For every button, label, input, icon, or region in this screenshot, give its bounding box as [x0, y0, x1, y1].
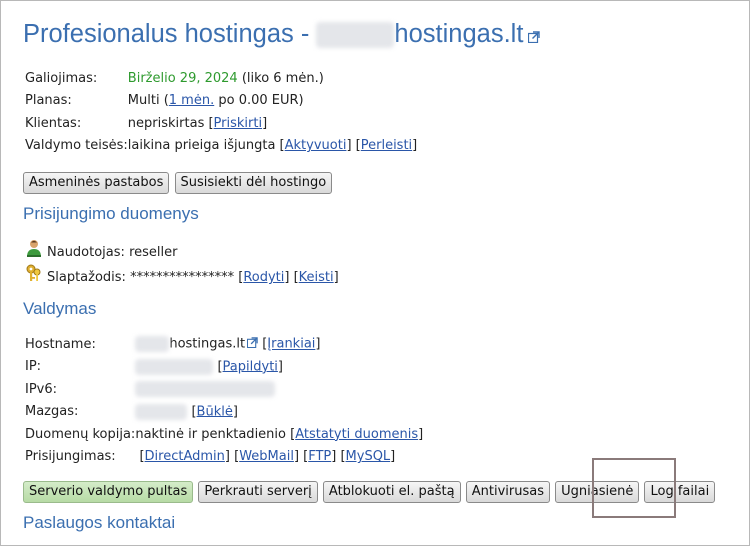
add-ip-link[interactable]: Papildyti — [223, 359, 278, 374]
restart-server-button[interactable]: Perkrauti serverį — [198, 481, 318, 503]
activate-link[interactable]: Aktyvuoti — [285, 138, 347, 153]
hostname-row: Hostname: hostingas.lt [Įrankiai] — [25, 333, 423, 356]
info-row-client: Klientas: nepriskirtas [Priskirti] — [25, 112, 417, 135]
rights-label: Valdymo teisės: — [25, 138, 128, 154]
transfer-link[interactable]: Perleisti — [361, 138, 412, 153]
password-row: Slaptažodis: **************** [Rodyti] [… — [25, 263, 339, 288]
mysql-link[interactable]: MySQL — [346, 449, 391, 464]
redacted-ip — [135, 358, 214, 375]
expiry-label: Galiojimas: — [25, 70, 98, 86]
client-label: Klientas: — [25, 115, 82, 131]
hostname-label: Hostname: — [25, 336, 96, 352]
service-info-table: Galiojimas: Birželio 29, 2024 (liko 6 mė… — [25, 67, 417, 157]
ipv6-label: IPv6: — [25, 381, 58, 397]
ip-label: IP: — [25, 359, 42, 375]
info-row-rights: Valdymo teisės: laikina prieiga išjungta… — [25, 135, 417, 158]
bracket: ] — [412, 138, 418, 154]
personal-notes-button[interactable]: Asmeninės pastabos — [23, 172, 170, 194]
redacted-ipv6 — [135, 381, 276, 398]
antivirus-button[interactable]: Antivirusas — [465, 481, 550, 503]
page-title: Profesionalus hostingas - hostingas.lt — [23, 20, 541, 50]
manage-section-heading: Valdymas — [23, 299, 97, 318]
show-password-link[interactable]: Rodyti — [243, 270, 284, 285]
plan-value: Multi ( — [127, 93, 169, 109]
expiry-note: (liko 6 mėn.) — [237, 70, 324, 86]
plan-price: po 0.00 EUR) — [214, 93, 304, 109]
contacts-heading: Paslaugos kontaktai — [23, 513, 176, 532]
expiry-date: Birželio 29, 2024 — [127, 70, 238, 86]
info-row-plan: Planas: Multi (1 mėn. po 0.00 EUR) — [25, 90, 417, 113]
external-link-icon[interactable] — [528, 21, 541, 50]
redacted-domain — [316, 22, 395, 49]
user-row: Naudotojas: reseller — [25, 238, 339, 263]
bracket: ] — [262, 115, 268, 131]
redacted-node — [135, 403, 188, 420]
ftp-link[interactable]: FTP — [308, 449, 331, 464]
tools-link[interactable]: Įrankiai — [267, 337, 315, 352]
user-label: Naudotojas: — [47, 245, 125, 260]
hostname-value: hostingas.lt — [169, 336, 246, 352]
ipv6-row: IPv6: — [25, 378, 423, 401]
keys-icon — [25, 263, 47, 292]
assign-client-link[interactable]: Priskirti — [214, 116, 263, 131]
backup-label: Duomenų kopija: — [25, 426, 136, 442]
password-value: **************** — [130, 270, 235, 285]
info-row-expiry: Galiojimas: Birželio 29, 2024 (liko 6 mė… — [25, 67, 417, 90]
status-link[interactable]: Būklė — [197, 404, 233, 419]
contact-hosting-button[interactable]: Susisiekti dėl hostingo — [174, 172, 333, 194]
plan-period-link[interactable]: 1 mėn. — [169, 93, 214, 108]
restore-data-link[interactable]: Atstatyti duomenis — [295, 427, 418, 442]
external-link-icon[interactable] — [246, 337, 258, 352]
logins-label: Prisijungimas: — [25, 449, 116, 465]
client-value: nepriskirtas [ — [127, 115, 214, 131]
change-password-link[interactable]: Keisti — [299, 270, 334, 285]
title-domain: hostingas.lt — [394, 20, 524, 48]
server-control-panel-button[interactable]: Serverio valdymo pultas — [23, 481, 194, 503]
redacted-hostname — [135, 336, 170, 353]
backup-row: Duomenų kopija: naktinė ir penktadienio … — [25, 423, 423, 446]
backup-value: naktinė ir penktadienio [ — [135, 426, 296, 442]
rights-value: laikina prieiga išjungta [ — [127, 138, 285, 154]
password-label: Slaptažodis: — [47, 270, 126, 285]
directadmin-link[interactable]: DirectAdmin — [145, 449, 225, 464]
title-prefix: Profesionalus hostingas - — [23, 20, 317, 48]
login-details: Naudotojas: reseller Slaptažodis: ******… — [25, 238, 339, 288]
unblock-email-button[interactable]: Atblokuoti el. paštą — [322, 481, 461, 503]
manage-table: Hostname: hostingas.lt [Įrankiai] IP: [P… — [25, 333, 423, 468]
top-button-row: Asmeninės pastabos Susisiekti dėl hostin… — [23, 172, 333, 194]
node-label: Mazgas: — [25, 404, 79, 420]
node-row: Mazgas: [Būklė] — [25, 401, 423, 424]
ip-row: IP: [Papildyti] — [25, 356, 423, 379]
webmail-link[interactable]: WebMail — [239, 449, 294, 464]
logins-row: Prisijungimas: [DirectAdmin] [WebMail] [… — [25, 446, 423, 469]
bracket: ] [ — [346, 138, 361, 154]
log-files-highlight — [592, 458, 676, 518]
plan-label: Planas: — [25, 93, 72, 109]
user-value: reseller — [129, 245, 178, 260]
login-section-heading: Prisijungimo duomenys — [23, 204, 199, 223]
